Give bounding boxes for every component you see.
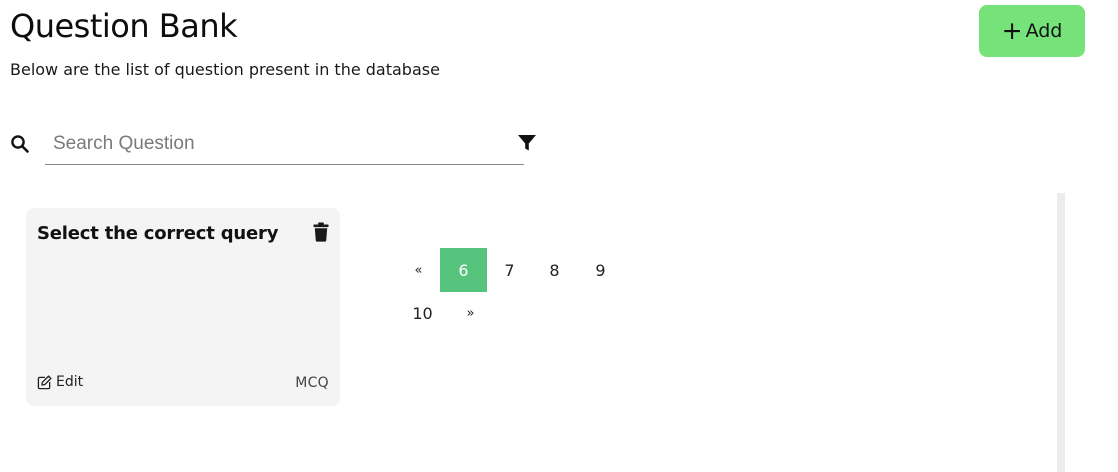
filter-icon[interactable] xyxy=(517,133,537,153)
add-question-button[interactable]: + Add xyxy=(979,5,1085,57)
edit-icon xyxy=(37,374,52,389)
plus-icon: + xyxy=(1001,15,1023,45)
pagination-page-6[interactable]: 6 xyxy=(440,248,487,292)
page-subtitle: Below are the list of question present i… xyxy=(10,60,440,79)
scrollbar-track[interactable] xyxy=(1057,193,1065,472)
pagination-page-10[interactable]: 10 xyxy=(399,291,446,335)
pagination-page-7[interactable]: 7 xyxy=(486,248,533,292)
add-button-label: Add xyxy=(1025,20,1063,42)
trash-icon[interactable] xyxy=(313,222,329,242)
question-bank-page: Question Bank Below are the list of ques… xyxy=(0,0,1118,472)
question-type-badge: MCQ xyxy=(295,375,329,391)
search-icon xyxy=(11,135,29,153)
question-title: Select the correct query xyxy=(37,223,279,244)
pagination-page-9[interactable]: 9 xyxy=(577,248,624,292)
page-title: Question Bank xyxy=(10,7,238,45)
pagination-page-8[interactable]: 8 xyxy=(531,248,578,292)
pagination-next-button[interactable]: » xyxy=(447,291,494,335)
edit-button[interactable]: Edit xyxy=(37,374,83,390)
pagination-prev-button[interactable]: « xyxy=(395,248,442,292)
question-card[interactable]: Select the correct query Edit MCQ xyxy=(26,208,340,406)
search-input[interactable] xyxy=(45,124,524,165)
edit-label: Edit xyxy=(56,374,84,390)
